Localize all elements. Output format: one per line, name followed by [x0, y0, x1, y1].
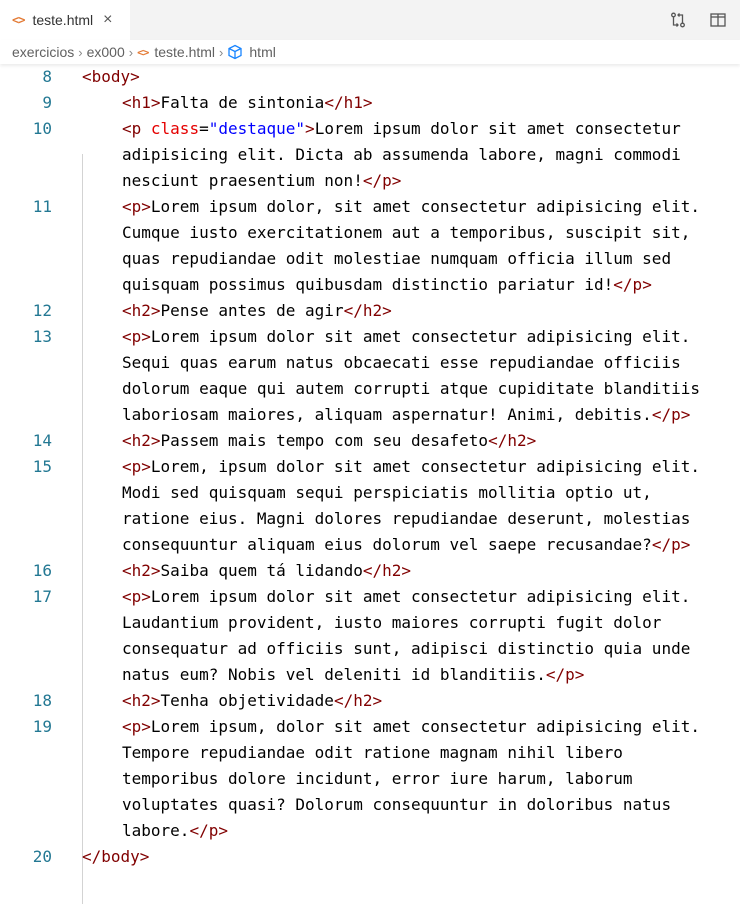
symbol-cube-icon [227, 44, 243, 60]
breadcrumb-file-teste-html[interactable]: teste.html [154, 44, 215, 60]
code-line[interactable]: Laudantium provident, iusto maiores corr… [0, 610, 740, 636]
code-text: <h2>Saiba quem tá lidando</h2> [122, 561, 412, 580]
code-line[interactable]: 18 <h2>Tenha objetividade</h2> [0, 688, 740, 714]
code-line[interactable]: Cumque iusto exercitationem aut a tempor… [0, 220, 740, 246]
code-text: Tempore repudiandae odit ratione magnam … [122, 743, 623, 762]
code-text: <p>Lorem ipsum dolor sit amet consectetu… [122, 327, 691, 346]
code-line[interactable]: dolorum eaque qui autem corrupti atque c… [0, 376, 740, 402]
code-text: <p class="destaque">Lorem ipsum dolor si… [122, 119, 681, 138]
editor-actions [668, 10, 728, 30]
code-line[interactable]: nesciunt praesentium non!</p> [0, 168, 740, 194]
code-text: labore.</p> [122, 821, 228, 840]
code-line[interactable]: 12 <h2>Pense antes de agir</h2> [0, 298, 740, 324]
code-text: <p>Lorem ipsum, dolor sit amet consectet… [122, 717, 700, 736]
line-number: 15 [32, 457, 52, 476]
line-number: 14 [32, 431, 52, 450]
code-text: Cumque iusto exercitationem aut a tempor… [122, 223, 691, 242]
code-line[interactable]: 17 <p>Lorem ipsum dolor sit amet consecte… [0, 584, 740, 610]
code-text: quas repudiandae odit molestiae numquam … [122, 249, 672, 268]
split-editor-icon[interactable] [708, 10, 728, 30]
code-text: adipisicing elit. Dicta ab assumenda lab… [122, 145, 681, 164]
code-text: nesciunt praesentium non!</p> [122, 171, 402, 190]
line-number: 20 [32, 847, 52, 866]
code-line[interactable]: quisquam possimus quibusdam distinctio p… [0, 272, 740, 298]
code-text: consequatur ad officiis sunt, adipisci d… [122, 639, 691, 658]
html-file-icon: <> [137, 45, 149, 59]
chevron-right-icon: › [78, 44, 83, 60]
code-line[interactable]: voluptates quasi? Dolorum consequuntur i… [0, 792, 740, 818]
code-line[interactable]: ratione eius. Magni dolores repudiandae … [0, 506, 740, 532]
code-line[interactable]: labore.</p> [0, 818, 740, 844]
breadcrumb-folder-exercicios[interactable]: exercicios [12, 44, 74, 60]
code-text: <h2>Tenha objetividade</h2> [122, 691, 383, 710]
line-number: 18 [32, 691, 52, 710]
close-icon[interactable]: × [103, 11, 112, 29]
code-line[interactable]: 9 <h1>Falta de sintonia</h1> [0, 90, 740, 116]
chevron-right-icon: › [219, 44, 224, 60]
breadcrumb: exercicios › ex000 › <> teste.html › htm… [0, 40, 740, 64]
code-text: consequuntur aliquam eius dolorum vel sa… [122, 535, 691, 554]
code-text: temporibus dolore incidunt, error iure h… [122, 769, 633, 788]
code-line[interactable]: 10 <p class="destaque">Lorem ipsum dolor … [0, 116, 740, 142]
code-text: </body> [82, 847, 150, 866]
line-number: 17 [32, 587, 52, 606]
code-text: <p>Lorem, ipsum dolor sit amet consectet… [122, 457, 700, 476]
code-line[interactable]: natus eum? Nobis vel deleniti id blandit… [0, 662, 740, 688]
code-text: voluptates quasi? Dolorum consequuntur i… [122, 795, 672, 814]
code-text: <h2>Passem mais tempo com seu desafeto</… [122, 431, 537, 450]
code-line[interactable]: 16 <h2>Saiba quem tá lidando</h2> [0, 558, 740, 584]
tab-bar: <> teste.html × [0, 0, 740, 40]
code-text: Laudantium provident, iusto maiores corr… [122, 613, 662, 632]
source-control-compare-icon[interactable] [668, 10, 688, 30]
code-text: Sequi quas earum natus obcaecati esse re… [122, 353, 681, 372]
line-number: 8 [42, 67, 52, 86]
code-line[interactable]: 15 <p>Lorem, ipsum dolor sit amet consect… [0, 454, 740, 480]
code-line[interactable]: consequuntur aliquam eius dolorum vel sa… [0, 532, 740, 558]
line-number: 13 [32, 327, 52, 346]
code-line[interactable]: 20 </body> [0, 844, 740, 870]
code-line[interactable]: 14 <h2>Passem mais tempo com seu desafeto… [0, 428, 740, 454]
code-line[interactable]: consequatur ad officiis sunt, adipisci d… [0, 636, 740, 662]
code-text: laboriosam maiores, aliquam aspernatur! … [122, 405, 691, 424]
code-line[interactable]: 11 <p>Lorem ipsum dolor, sit amet consect… [0, 194, 740, 220]
line-number: 19 [32, 717, 52, 736]
code-text: <h1>Falta de sintonia</h1> [122, 93, 373, 112]
code-line[interactable]: quas repudiandae odit molestiae numquam … [0, 246, 740, 272]
code-line[interactable]: Tempore repudiandae odit ratione magnam … [0, 740, 740, 766]
line-number: 16 [32, 561, 52, 580]
line-number: 10 [32, 119, 52, 138]
code-line[interactable]: Sequi quas earum natus obcaecati esse re… [0, 350, 740, 376]
line-number: 9 [42, 93, 52, 112]
code-text: <p>Lorem ipsum dolor, sit amet consectet… [122, 197, 700, 216]
code-line[interactable]: temporibus dolore incidunt, error iure h… [0, 766, 740, 792]
code-line[interactable]: 19 <p>Lorem ipsum, dolor sit amet consect… [0, 714, 740, 740]
line-number: 12 [32, 301, 52, 320]
line-number: 11 [32, 197, 52, 216]
code-text: dolorum eaque qui autem corrupti atque c… [122, 379, 700, 398]
html-file-icon: <> [12, 13, 25, 27]
breadcrumb-symbol-html[interactable]: html [249, 44, 275, 60]
code-text: ratione eius. Magni dolores repudiandae … [122, 509, 691, 528]
code-text: quisquam possimus quibusdam distinctio p… [122, 275, 652, 294]
code-text: Modi sed quisquam sequi perspiciatis mol… [122, 483, 652, 502]
code-line[interactable]: 13 <p>Lorem ipsum dolor sit amet consecte… [0, 324, 740, 350]
code-lines: 8 <body> 9 <h1>Falta de sintonia</h1> 10 <p c… [0, 64, 740, 870]
code-text: natus eum? Nobis vel deleniti id blandit… [122, 665, 585, 684]
code-line[interactable]: laboriosam maiores, aliquam aspernatur! … [0, 402, 740, 428]
code-line[interactable]: 8 <body> [0, 64, 740, 90]
code-text: <p>Lorem ipsum dolor sit amet consectetu… [122, 587, 691, 606]
code-text: <h2>Pense antes de agir</h2> [122, 301, 392, 320]
code-editor[interactable]: 8 <body> 9 <h1>Falta de sintonia</h1> 10 <p c… [0, 64, 740, 904]
tab-label: teste.html [32, 12, 94, 28]
code-text: <body> [82, 67, 140, 86]
tab-teste-html[interactable]: <> teste.html × [0, 0, 130, 40]
breadcrumb-folder-ex000[interactable]: ex000 [87, 44, 125, 60]
chevron-right-icon: › [128, 44, 134, 60]
code-line[interactable]: adipisicing elit. Dicta ab assumenda lab… [0, 142, 740, 168]
code-line[interactable]: Modi sed quisquam sequi perspiciatis mol… [0, 480, 740, 506]
